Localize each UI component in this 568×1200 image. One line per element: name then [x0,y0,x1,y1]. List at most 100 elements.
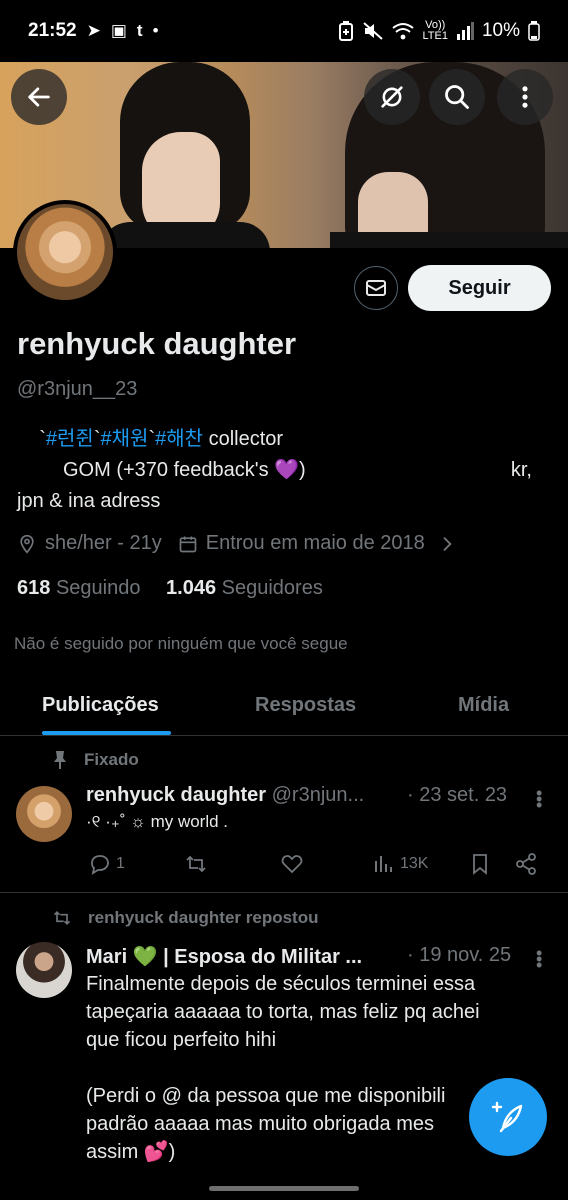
mail-icon [366,280,386,296]
profile-handle: @r3njun__23 [17,378,138,400]
post-avatar[interactable] [16,942,72,998]
pin-icon [54,751,66,769]
follow-counts: 618 Seguindo 1.046 Seguidores [17,577,323,600]
view-count: 13K [400,855,429,872]
hashtag-link[interactable]: #채원 [101,428,149,450]
avatar-image [17,204,113,300]
tumblr-icon: t [136,21,143,40]
repost-icon [186,855,206,873]
post-text-line [86,1054,556,1082]
more-vertical-icon [522,86,528,108]
following-link[interactable]: 618 Seguindo [17,577,140,599]
hashtag-link[interactable]: #런쥔 [46,428,94,450]
repost-context: renhyuck daughter repostou [52,908,318,928]
share-action[interactable] [514,852,542,876]
tab-publicacoes[interactable]: Publicações [42,694,159,717]
post-more-icon[interactable]: • • • [536,944,542,974]
bio-separator: ` [93,428,101,450]
back-arrow-icon [28,87,50,107]
profile-location: she/her - 21y [45,532,162,554]
views-action[interactable]: 13K [372,852,428,876]
battery-icon [528,21,540,41]
post-timestamp[interactable]: · 19 nov. 25 [407,944,511,967]
volte-indicator: Vo)) LTE1 [422,20,447,42]
reply-icon [91,855,109,875]
message-button[interactable] [354,266,398,310]
mute-icon [363,22,384,40]
telegram-icon: ➤ [86,21,101,40]
post-text-line: que ficou perfeito hihi [86,1029,277,1051]
tab-midia[interactable]: Mídia [458,694,509,717]
calendar-icon [179,536,197,552]
profile-avatar[interactable] [13,200,117,304]
heart-icon [281,855,303,874]
gallery-icon: ▣ [110,21,127,40]
following-count: 618 [17,577,51,599]
bio-line-2-text: GOM (+370 feedback's 💜) [63,459,306,481]
profile-bio: `#런쥔`#채원`#해찬 collector GOM (+370 feedbac… [17,424,552,517]
post-author-name[interactable]: renhyuck daughter [86,784,266,806]
bio-suffix: collector [203,428,284,450]
search-icon [445,85,469,109]
eye-slash-icon [381,86,403,108]
wifi-icon [392,23,415,40]
profile-tabs: Publicações Respostas Mídia [0,676,568,736]
post-header: renhyuck daughter @r3njun... [86,784,364,807]
banner-suit-left [100,222,270,248]
banner-suit-right [330,232,568,248]
signal-icon [456,22,474,40]
post-author-name[interactable]: Mari 💚 | Esposa do Militar ... [86,946,362,968]
followers-label: Seguidores [221,577,323,599]
bio-line-2-right: kr, [510,459,532,481]
tab-active-indicator [42,731,171,735]
back-button[interactable] [11,69,67,125]
profile-joined-date: Entrou em maio de 2018 [205,532,425,554]
followers-count: 1.046 [166,577,217,599]
repost-action[interactable] [184,852,212,876]
bookmark-icon [473,854,487,875]
battery-percent: 10% [481,20,520,41]
tab-respostas[interactable]: Respostas [255,694,356,717]
post-divider [0,892,568,893]
post-text-line: Finalmente depois de séculos terminei es… [86,973,476,995]
search-button[interactable] [429,69,485,125]
follow-button[interactable]: Seguir [408,265,551,311]
bio-line-3: jpn & ina adress [17,490,161,512]
bio-line-1: `#런쥔`#채원`#해찬 collector [17,424,552,455]
chevron-right-icon[interactable] [437,534,457,554]
reply-action[interactable]: 1 [88,852,125,876]
repost-icon [53,910,71,926]
location-icon [20,534,34,554]
post-more-icon[interactable]: • • • [536,784,542,814]
post-timestamp[interactable]: · 23 set. 23 [407,784,507,807]
reply-count: 1 [116,855,125,872]
share-icon [516,853,536,875]
following-label: Seguindo [55,577,141,599]
post-author-handle: @r3njun... [271,784,365,806]
hide-button[interactable] [364,69,420,125]
notification-dot-icon: • [152,21,159,40]
battery-saver-icon [339,21,354,41]
post-avatar[interactable] [16,786,72,842]
more-options-button[interactable] [497,69,553,125]
pinned-context: Fixado [52,750,139,770]
volte-line2: LTE1 [422,30,448,42]
home-indicator[interactable] [209,1186,359,1191]
status-time: 21:52 [28,20,77,41]
followers-link[interactable]: 1.046 Seguidores [166,577,323,599]
profile-meta: she/her - 21y Entrou em maio de 2018 [17,532,465,555]
bio-prefix: ` [39,428,46,450]
post-actions: 1 13K [86,848,546,882]
bookmark-action[interactable] [468,852,496,876]
followed-by-text: Não é seguido por ninguém que você segue [14,634,348,653]
post-header: Mari 💚 | Esposa do Militar ... [86,944,362,969]
bio-line-2: GOM (+370 feedback's 💜) kr, [17,455,552,486]
analytics-icon [375,856,392,872]
compose-feather-icon [491,1101,523,1133]
post-text-line: tapeçaria aaaaaa to torta, mas feliz pq … [86,1001,480,1023]
hashtag-link[interactable]: #해찬 [155,428,203,450]
compose-button[interactable] [469,1078,547,1156]
profile-name: renhyuck daughter [17,326,297,361]
pinned-label: Fixado [84,750,139,769]
like-action[interactable] [280,852,308,876]
